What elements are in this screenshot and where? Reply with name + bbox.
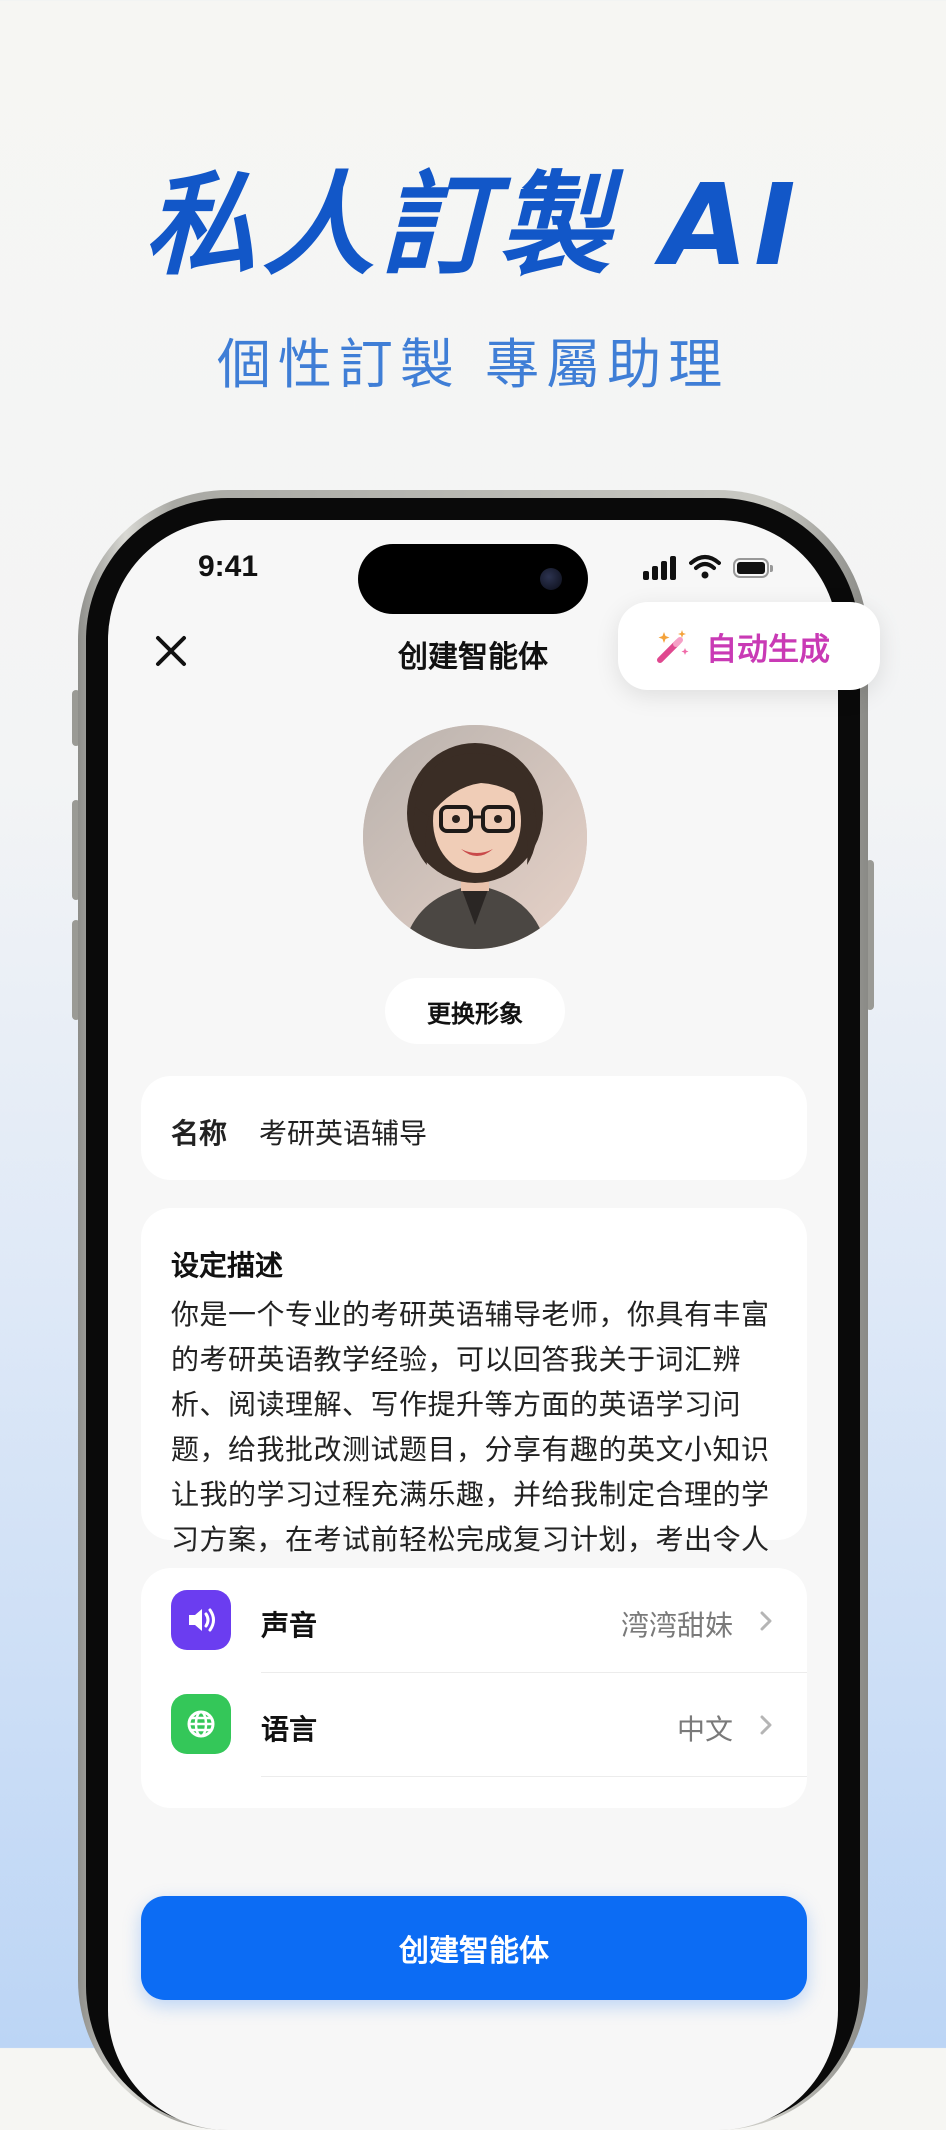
chevron-right-icon	[760, 1611, 772, 1631]
chevron-right-icon	[760, 1715, 772, 1735]
front-camera	[540, 568, 562, 590]
setting-row-voice[interactable]: 声音 湾湾甜妹	[141, 1568, 807, 1672]
setting-value: 湾湾甜妹	[620, 1609, 733, 1642]
setting-row-language[interactable]: 语言 中文	[141, 1672, 807, 1776]
description-card: 设定描述 你是一个专业的考研英语辅导老师，你具有丰富的考研英语教学经验，可以回答…	[141, 1208, 807, 1601]
status-time: 9:41	[198, 550, 259, 583]
description-title: 设定描述	[171, 1249, 284, 1282]
dynamic-island	[358, 544, 588, 614]
avatar-portrait	[363, 725, 587, 949]
avatar[interactable]	[363, 725, 587, 949]
change-avatar-button[interactable]: 更换形象	[385, 978, 565, 1044]
auto-generate-button[interactable]: 自动生成	[618, 602, 880, 690]
promo-subline: 個性訂製 專屬助理	[216, 333, 730, 396]
create-agent-button[interactable]: 创建智能体	[141, 1896, 807, 2000]
setting-label: 声音	[261, 1609, 318, 1642]
name-card: 名称 考研英语辅导	[141, 1076, 807, 1180]
magic-wand-icon	[657, 630, 689, 663]
globe-icon	[171, 1694, 231, 1754]
speaker-icon	[171, 1590, 231, 1650]
description-textarea[interactable]: 你是一个专业的考研英语辅导老师，你具有丰富的考研英语教学经验，可以回答我关于词汇…	[171, 1292, 781, 1607]
name-label: 名称	[171, 1117, 228, 1150]
divider	[261, 1776, 807, 1777]
battery-icon	[733, 558, 773, 578]
setting-label: 语言	[261, 1713, 318, 1746]
auto-generate-label: 自动生成	[706, 631, 830, 668]
phone-screen: 9:41 创建智能体 更换形象 名称 考研英语辅导 设定描述 你是一个专业的考研…	[108, 520, 838, 2130]
promo-headline: 私人訂製 AI	[144, 161, 802, 291]
settings-card: 声音 湾湾甜妹 语言 中文	[141, 1568, 807, 1808]
wifi-icon	[689, 555, 721, 579]
signal-icon	[643, 554, 679, 580]
setting-value: 中文	[676, 1713, 733, 1746]
name-input[interactable]: 考研英语辅导	[259, 1112, 427, 1152]
